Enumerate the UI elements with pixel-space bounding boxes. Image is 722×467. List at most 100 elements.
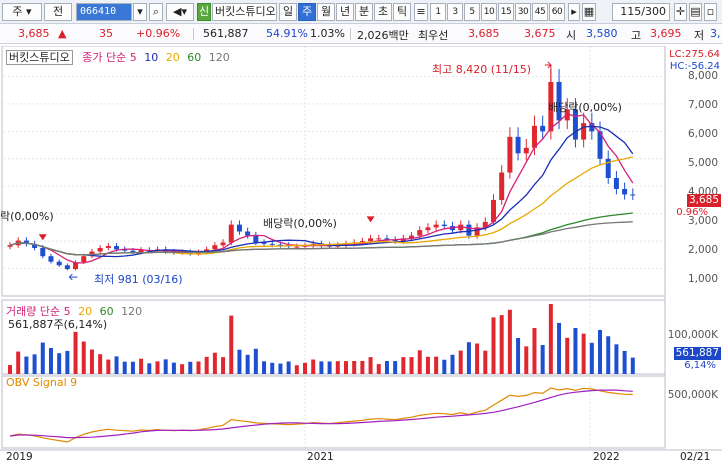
volume-bar xyxy=(8,365,12,374)
volume-bar xyxy=(466,342,471,374)
obv-legend-label: OBV Signal 9 xyxy=(6,376,78,389)
volume-bar xyxy=(303,362,308,374)
left-annotation: 락(0,00%) xyxy=(0,210,54,223)
candle-body xyxy=(523,147,529,154)
pane-border xyxy=(1,375,666,449)
volume-bar xyxy=(393,361,398,374)
window-icon[interactable]: ▫ xyxy=(704,3,717,21)
low-price: 3, xyxy=(710,27,721,40)
y-tick: 2,000 xyxy=(687,244,718,256)
candle-body xyxy=(269,243,275,245)
grid-icon[interactable]: ▤ xyxy=(689,3,702,21)
high-marker-arrow xyxy=(544,61,552,69)
volume-bar xyxy=(475,343,480,374)
high-label: 고 xyxy=(631,29,642,42)
obv-pane-legend: OBV Signal 9 xyxy=(6,376,77,389)
settings-icon[interactable]: ▸ xyxy=(568,3,580,21)
candle-body xyxy=(228,224,234,243)
interval-menu-icon[interactable]: ≡ xyxy=(414,3,428,21)
dividend-marker xyxy=(366,216,375,223)
period-month[interactable]: 월 xyxy=(317,3,335,21)
candle-body xyxy=(630,194,636,196)
market-select-value: 주 xyxy=(12,5,23,18)
search-icon[interactable]: ⌕ xyxy=(149,3,163,21)
volume-bar xyxy=(516,338,521,374)
volume-bar xyxy=(221,357,226,374)
period-minute[interactable]: 분 xyxy=(355,3,373,21)
scope-select-value: 전 xyxy=(52,5,64,18)
best-ask-label: 최우선 xyxy=(418,29,449,42)
obv-line xyxy=(9,387,633,443)
y-tick: 1,000 xyxy=(687,273,718,285)
volume-bar xyxy=(376,364,381,374)
period-day[interactable]: 일 xyxy=(279,3,297,21)
interval-45[interactable]: 45 xyxy=(532,3,548,21)
interval-1[interactable]: 1 xyxy=(430,3,446,21)
volume-tag: 561,887 xyxy=(673,347,721,360)
dividend-annotation-2: 배당락(0,00%) xyxy=(548,101,622,114)
candle-body xyxy=(220,242,226,246)
interval-10[interactable]: 10 xyxy=(481,3,497,21)
volume-bar xyxy=(589,342,594,374)
candle-body xyxy=(81,256,87,263)
volume-bar xyxy=(81,341,86,374)
lc-value: LC:275.64 xyxy=(669,49,720,60)
scope-select[interactable]: 전 xyxy=(44,3,72,21)
sound-icon[interactable]: ◀▾ xyxy=(166,3,194,21)
volume-bar xyxy=(163,359,168,374)
candle-body xyxy=(466,224,472,236)
period-week[interactable]: 주 xyxy=(298,3,316,21)
volume-bar xyxy=(57,353,62,374)
volume-bar xyxy=(262,361,267,374)
quote-divider xyxy=(350,28,351,40)
volume-bar xyxy=(483,350,488,374)
volume-bar xyxy=(196,361,201,374)
volume-bar xyxy=(237,349,242,374)
volume-pct-tag: 6,14% xyxy=(684,360,716,371)
volume-bar xyxy=(48,348,53,374)
period-second[interactable]: 초 xyxy=(374,3,392,21)
candle-body xyxy=(105,246,111,248)
ma20-label: 20 xyxy=(165,51,180,64)
volume-bar xyxy=(171,362,176,374)
candle-body xyxy=(253,235,259,243)
y-tick: 5,000 xyxy=(687,157,718,169)
quote-divider xyxy=(193,28,194,40)
volume-bar xyxy=(122,361,127,374)
volume-bar xyxy=(65,350,70,374)
volume-bar xyxy=(581,333,586,374)
candle-body xyxy=(433,224,439,228)
volume-bar xyxy=(335,361,340,374)
volume-bar xyxy=(106,359,111,374)
period-tick[interactable]: 틱 xyxy=(393,3,411,21)
low-label: 저 xyxy=(694,29,705,42)
interval-30[interactable]: 30 xyxy=(515,3,531,21)
market-select[interactable]: 주 ▾ xyxy=(2,3,42,21)
volume-bar xyxy=(278,363,283,374)
interval-60[interactable]: 60 xyxy=(549,3,565,21)
volume-bar xyxy=(343,361,348,374)
volume-bar xyxy=(401,357,406,374)
volume-bar xyxy=(98,354,103,374)
open-label: 시 xyxy=(566,29,577,42)
ma10-label: 10 xyxy=(144,51,159,64)
stock-code-input[interactable]: 066410 xyxy=(76,3,132,21)
interval-5[interactable]: 5 xyxy=(464,3,480,21)
interval-15[interactable]: 15 xyxy=(498,3,514,21)
volume-bar xyxy=(565,337,570,374)
calendar-icon[interactable]: ▦ xyxy=(582,3,596,21)
cross-icon[interactable]: ✛ xyxy=(674,3,687,21)
current-price: 3,685 xyxy=(18,27,50,40)
ma-line-5 xyxy=(9,113,634,264)
interval-3[interactable]: 3 xyxy=(447,3,463,21)
code-dropdown-icon[interactable]: ▾ xyxy=(133,3,147,21)
count-input[interactable]: 115/300 xyxy=(612,3,670,21)
volume-bar xyxy=(155,361,160,374)
volume-bar xyxy=(40,342,45,374)
period-year[interactable]: 년 xyxy=(336,3,354,21)
candle-body xyxy=(236,224,242,232)
toolbar: 주 ▾ 전 066410 ▾ ⌕ ◀▾ 신 버킷스튜디오 일 주 월 년 분 초… xyxy=(0,0,722,24)
volume-bar xyxy=(491,317,496,374)
volume-bar xyxy=(614,344,619,374)
stock-chart[interactable]: 버킷스튜디오 종가 단순 5 10 20 60 120 LC:275.64 HC… xyxy=(0,46,722,467)
